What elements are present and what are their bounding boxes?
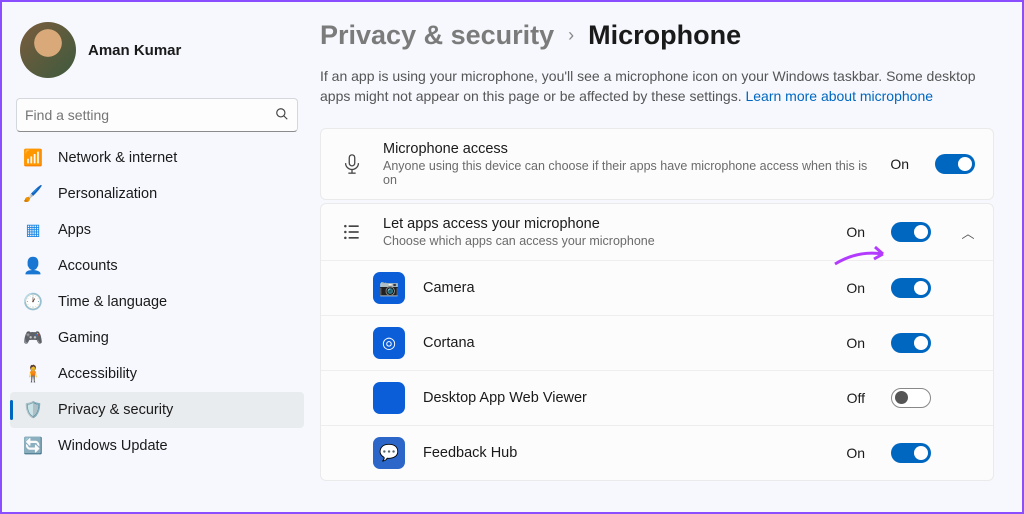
- app-name: Desktop App Web Viewer: [423, 390, 829, 406]
- chevron-right-icon: ›: [568, 25, 574, 46]
- breadcrumb-parent[interactable]: Privacy & security: [320, 20, 554, 51]
- nav-icon: 📶: [24, 149, 42, 167]
- nav-label: Accessibility: [58, 366, 137, 382]
- sidebar: Aman Kumar 📶 Network & internet 🖌️ Personal…: [2, 2, 312, 512]
- app-row-feedback-hub: 💬 Feedback Hub On: [321, 425, 993, 480]
- sidebar-item-apps[interactable]: ▦ Apps: [10, 212, 304, 248]
- microphone-access-card: Microphone access Anyone using this devi…: [320, 128, 994, 200]
- sidebar-item-windows-update[interactable]: 🔄 Windows Update: [10, 428, 304, 464]
- search-input[interactable]: [25, 107, 275, 123]
- page-title: Microphone: [588, 20, 741, 51]
- nav-label: Personalization: [58, 186, 157, 202]
- apps-access-card: Let apps access your microphone Choose w…: [320, 203, 994, 481]
- breadcrumb: Privacy & security › Microphone: [320, 20, 994, 51]
- app-icon: 📷: [373, 272, 405, 304]
- sidebar-item-network-internet[interactable]: 📶 Network & internet: [10, 140, 304, 176]
- app-state: On: [846, 280, 865, 296]
- app-state: On: [846, 335, 865, 351]
- apps-access-sub: Choose which apps can access your microp…: [383, 234, 828, 248]
- sidebar-item-personalization[interactable]: 🖌️ Personalization: [10, 176, 304, 212]
- nav-label: Apps: [58, 222, 91, 238]
- profile-name: Aman Kumar: [88, 42, 181, 59]
- intro-text: If an app is using your microphone, you'…: [320, 67, 994, 106]
- mic-access-sub: Anyone using this device can choose if t…: [383, 159, 872, 187]
- nav-icon: 🕐: [24, 293, 42, 311]
- sidebar-item-accessibility[interactable]: 🧍 Accessibility: [10, 356, 304, 392]
- sidebar-item-accounts[interactable]: 👤 Accounts: [10, 248, 304, 284]
- apps-access-toggle[interactable]: [891, 222, 931, 242]
- app-icon: 💬: [373, 437, 405, 469]
- app-name: Camera: [423, 280, 828, 296]
- search-box[interactable]: [16, 98, 298, 132]
- sidebar-item-time-language[interactable]: 🕐 Time & language: [10, 284, 304, 320]
- apps-access-state: On: [846, 224, 865, 240]
- search-icon: [275, 107, 289, 124]
- app-toggle[interactable]: [891, 278, 931, 298]
- chevron-up-icon[interactable]: ︿: [961, 223, 975, 242]
- nav-icon: 🔄: [24, 437, 42, 455]
- app-row-camera: 📷 Camera On: [321, 260, 993, 315]
- mic-access-title: Microphone access: [383, 141, 872, 157]
- main-content: Privacy & security › Microphone If an ap…: [312, 2, 1022, 512]
- app-name: Cortana: [423, 335, 828, 351]
- learn-more-link[interactable]: Learn more about microphone: [745, 88, 933, 104]
- nav: 📶 Network & internet 🖌️ Personalization ▦ App…: [10, 140, 304, 464]
- nav-label: Time & language: [58, 294, 167, 310]
- mic-access-toggle[interactable]: [935, 154, 975, 174]
- app-state: On: [846, 445, 865, 461]
- app-row-cortana: ◎ Cortana On: [321, 315, 993, 370]
- nav-icon: 👤: [24, 257, 42, 275]
- apps-access-title: Let apps access your microphone: [383, 216, 828, 232]
- mic-access-state: On: [890, 156, 909, 172]
- app-toggle[interactable]: [891, 443, 931, 463]
- app-toggle[interactable]: [891, 333, 931, 353]
- avatar: [20, 22, 76, 78]
- apps-list: 📷 Camera On ◎ Cortana On Desktop App Web…: [321, 260, 993, 480]
- nav-label: Privacy & security: [58, 402, 173, 418]
- app-row-desktop-app-web-viewer: Desktop App Web Viewer Off: [321, 370, 993, 425]
- list-icon: [339, 219, 365, 245]
- nav-label: Network & internet: [58, 150, 177, 166]
- app-state: Off: [847, 390, 865, 406]
- app-icon: ◎: [373, 327, 405, 359]
- nav-icon: 🖌️: [24, 185, 42, 203]
- nav-icon: ▦: [24, 221, 42, 239]
- app-toggle[interactable]: [891, 388, 931, 408]
- nav-label: Accounts: [58, 258, 118, 274]
- nav-icon: 🧍: [24, 365, 42, 383]
- microphone-icon: [339, 151, 365, 177]
- nav-icon: 🎮: [24, 329, 42, 347]
- app-name: Feedback Hub: [423, 445, 828, 461]
- app-icon: [373, 382, 405, 414]
- sidebar-item-privacy-security[interactable]: 🛡️ Privacy & security: [10, 392, 304, 428]
- nav-label: Gaming: [58, 330, 109, 346]
- profile-button[interactable]: Aman Kumar: [10, 14, 304, 86]
- nav-label: Windows Update: [58, 438, 168, 454]
- nav-icon: 🛡️: [24, 401, 42, 419]
- sidebar-item-gaming[interactable]: 🎮 Gaming: [10, 320, 304, 356]
